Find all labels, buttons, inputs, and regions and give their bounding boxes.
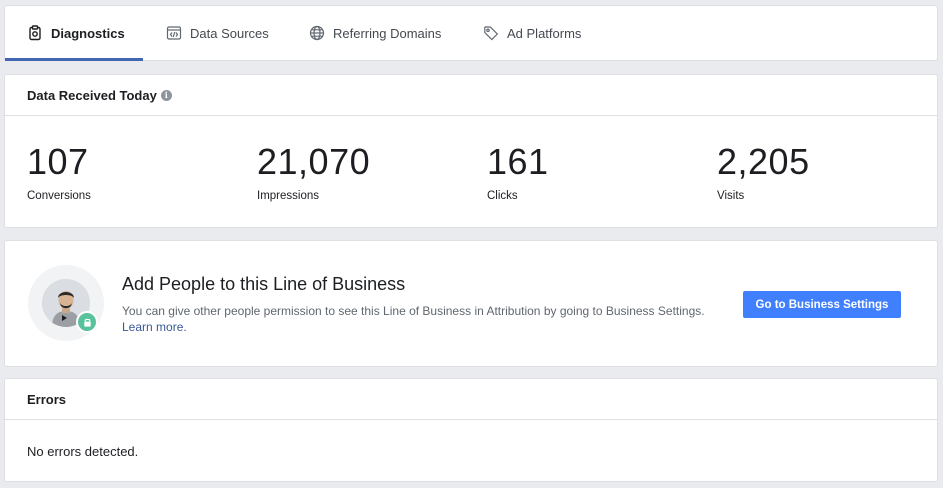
diagnostics-icon — [27, 25, 43, 41]
metrics-row: 107 Conversions 21,070 Impressions 161 C… — [5, 116, 937, 228]
metric-label: Visits — [717, 190, 745, 202]
tab-label: Ad Platforms — [507, 25, 582, 41]
metric-visits: 2,205 Visits — [717, 141, 810, 203]
tag-icon — [483, 25, 499, 41]
tab-label: Diagnostics — [51, 25, 125, 41]
metric-label: Clicks — [487, 190, 518, 202]
metric-value: 107 — [27, 141, 89, 182]
metric-value: 161 — [487, 141, 549, 182]
metric-value: 21,070 — [257, 141, 371, 182]
data-received-card: Data Received Today i 107 Conversions 21… — [4, 74, 938, 228]
tab-referring-domains[interactable]: Referring Domains — [309, 6, 483, 60]
add-people-description: You can give other people permission to … — [122, 303, 722, 335]
metric-label: Conversions — [27, 190, 91, 202]
errors-header: Errors — [5, 379, 937, 420]
go-to-business-settings-button[interactable]: Go to Business Settings — [743, 291, 901, 318]
avatar — [28, 265, 104, 341]
code-icon — [166, 25, 182, 41]
add-people-text: You can give other people permission to … — [122, 304, 705, 318]
tab-label: Data Sources — [190, 25, 269, 41]
metric-conversions: 107 Conversions — [27, 141, 91, 203]
metric-label: Impressions — [257, 190, 319, 202]
globe-icon — [309, 25, 325, 41]
metric-clicks: 161 Clicks — [487, 141, 549, 203]
tab-bar: Diagnostics Data Sources Referring Domai… — [4, 5, 938, 61]
data-received-title: Data Received Today — [27, 87, 157, 103]
errors-message: No errors detected. — [27, 444, 139, 459]
tab-label: Referring Domains — [333, 25, 442, 41]
metric-value: 2,205 — [717, 141, 810, 182]
tab-data-sources[interactable]: Data Sources — [143, 6, 309, 60]
add-people-card: Add People to this Line of Business You … — [4, 240, 938, 367]
metric-impressions: 21,070 Impressions — [257, 141, 371, 203]
tab-diagnostics[interactable]: Diagnostics — [5, 6, 143, 61]
learn-more-link[interactable]: Learn more. — [122, 320, 187, 334]
data-received-header: Data Received Today i — [5, 75, 937, 116]
tab-ad-platforms[interactable]: Ad Platforms — [483, 6, 581, 60]
errors-card: Errors No errors detected. — [4, 378, 938, 482]
errors-title: Errors — [27, 391, 67, 407]
lock-icon — [76, 311, 98, 333]
info-icon[interactable]: i — [160, 89, 172, 101]
add-people-title: Add People to this Line of Business — [122, 274, 406, 294]
